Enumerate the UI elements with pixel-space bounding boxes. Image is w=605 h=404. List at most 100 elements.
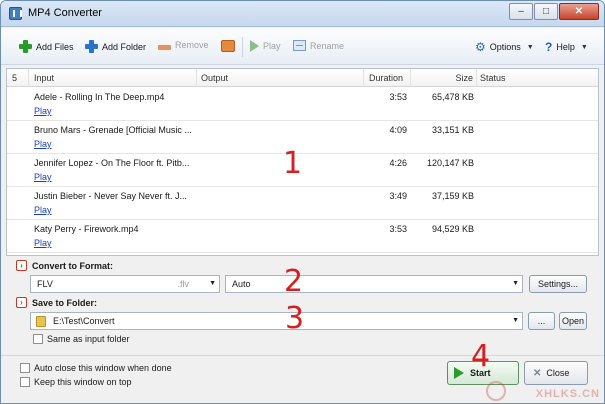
close-icon: ✕	[533, 367, 542, 379]
chevron-right-icon: ›	[16, 297, 27, 308]
chevron-down-icon: ▼	[512, 280, 519, 287]
column-count: 5	[7, 69, 29, 87]
annotation-marker-4: 4	[471, 339, 491, 374]
play-label: Play	[263, 41, 281, 51]
column-status[interactable]: Status	[477, 69, 598, 87]
file-duration: 4:09	[389, 125, 407, 135]
play-link[interactable]: Play	[34, 139, 52, 149]
annotation-marker-3: 3	[285, 301, 305, 336]
toolbar: Add Files Add Folder Remove Play Rename …	[1, 28, 604, 65]
column-input[interactable]: Input	[29, 69, 197, 87]
file-name: Katy Perry - Firework.mp4	[34, 224, 139, 234]
app-logo-icon	[9, 7, 22, 20]
plus-icon	[19, 40, 32, 53]
folder-path-select[interactable]: E:\Test\Convert ▼	[30, 312, 523, 330]
file-name: Bruno Mars - Grenade [Official Music ...	[34, 125, 192, 135]
save-section-toggle[interactable]: › Save to Folder:	[16, 297, 97, 308]
close-label: Close	[546, 368, 570, 378]
table-row[interactable]: Adele - Rolling In The Deep.mp4 Play 3:5…	[7, 88, 598, 121]
chevron-down-icon: ▼	[512, 317, 519, 324]
convert-section-toggle[interactable]: › Convert to Format:	[16, 260, 113, 271]
stop-button[interactable]	[221, 40, 235, 52]
checkbox-box[interactable]	[33, 334, 43, 344]
rename-button[interactable]: Rename	[293, 40, 344, 51]
file-name: Adele - Rolling In The Deep.mp4	[34, 92, 165, 102]
chevron-right-icon: ›	[16, 260, 27, 271]
close-button[interactable]: ✕ Close	[524, 361, 588, 385]
format-extension: .flv	[177, 279, 189, 289]
table-row[interactable]: Jennifer Lopez - On The Floor ft. Pitb..…	[7, 154, 598, 187]
window-controls: – □ ✕	[508, 3, 599, 20]
convert-format-label: Convert to Format:	[32, 260, 113, 271]
annotation-marker-2: 2	[284, 264, 304, 299]
preset-value: Auto	[232, 279, 251, 289]
folder-plus-icon	[85, 40, 98, 53]
file-size: 94,529 KB	[431, 224, 474, 234]
file-size: 65,478 KB	[431, 92, 474, 102]
table-row[interactable]: Katy Perry - Firework.mp4 Play 3:53 94,5…	[7, 220, 598, 253]
play-icon	[250, 40, 259, 52]
rename-icon	[293, 40, 306, 51]
keep-on-top-checkbox[interactable]: Keep this window on top	[20, 377, 132, 387]
same-as-input-label: Same as input folder	[47, 334, 130, 344]
chevron-down-icon: ▼	[580, 43, 588, 51]
remove-label: Remove	[175, 40, 209, 50]
checkbox-box[interactable]	[20, 363, 30, 373]
column-size[interactable]: Size	[411, 69, 477, 87]
file-size: 120,147 KB	[426, 158, 474, 168]
table-row[interactable]: Bruno Mars - Grenade [Official Music ...…	[7, 121, 598, 154]
preset-select[interactable]: Auto ▼	[225, 275, 523, 293]
watermark-text: XHLKS.CN	[535, 388, 600, 400]
browse-button[interactable]: ...	[528, 312, 555, 330]
minus-icon	[158, 44, 171, 50]
auto-close-checkbox[interactable]: Auto close this window when done	[20, 363, 172, 373]
save-folder-label: Save to Folder:	[32, 297, 98, 308]
file-duration: 4:26	[389, 158, 407, 168]
close-window-button[interactable]: ✕	[559, 3, 599, 20]
file-size: 33,151 KB	[431, 125, 474, 135]
play-button[interactable]: Play	[250, 40, 281, 52]
auto-close-label: Auto close this window when done	[34, 363, 172, 373]
title-bar[interactable]: MP4 Converter – □ ✕	[1, 1, 604, 27]
add-folder-label: Add Folder	[102, 41, 147, 52]
column-duration[interactable]: Duration	[364, 69, 411, 87]
gear-icon: ⚙	[475, 40, 486, 54]
file-list[interactable]: 5 Input Output Duration Size Status Adel…	[6, 68, 599, 256]
folder-path-value: E:\Test\Convert	[53, 316, 115, 326]
chevron-down-icon: ▼	[209, 280, 216, 287]
help-menu[interactable]: ? Help ▼	[545, 40, 588, 54]
format-value: FLV	[37, 279, 53, 289]
column-output[interactable]: Output	[197, 69, 364, 87]
same-as-input-checkbox[interactable]: Same as input folder	[33, 334, 130, 344]
toolbar-divider	[242, 37, 243, 57]
window-title: MP4 Converter	[28, 7, 102, 19]
stop-icon	[221, 40, 235, 52]
table-row[interactable]: Justin Bieber - Never Say Never ft. J...…	[7, 187, 598, 220]
play-link[interactable]: Play	[34, 205, 52, 215]
folder-icon	[36, 316, 46, 327]
add-folder-button[interactable]: Add Folder	[85, 40, 146, 53]
file-duration: 3:49	[389, 191, 407, 201]
play-link[interactable]: Play	[34, 238, 52, 248]
play-link[interactable]: Play	[34, 172, 52, 182]
checkbox-box[interactable]	[20, 377, 30, 387]
maximize-button[interactable]: □	[534, 3, 558, 20]
play-link[interactable]: Play	[34, 106, 52, 116]
add-files-label: Add Files	[36, 41, 74, 52]
open-folder-button[interactable]: Open	[559, 312, 587, 330]
settings-button[interactable]: Settings...	[529, 275, 587, 293]
list-header: 5 Input Output Duration Size Status	[7, 69, 598, 87]
keep-on-top-label: Keep this window on top	[34, 377, 132, 387]
file-name: Justin Bieber - Never Say Never ft. J...	[34, 191, 188, 201]
format-select[interactable]: FLV .flv ▼	[30, 275, 220, 293]
start-arrow-icon	[454, 367, 464, 379]
watermark-logo-icon	[486, 381, 506, 401]
minimize-button[interactable]: –	[509, 3, 533, 20]
remove-button[interactable]: Remove	[158, 40, 209, 50]
options-menu[interactable]: ⚙ Options ▼	[475, 40, 534, 54]
file-size: 37,159 KB	[431, 191, 474, 201]
add-files-button[interactable]: Add Files	[19, 40, 74, 53]
file-duration: 3:53	[389, 224, 407, 234]
options-label: Options	[489, 42, 521, 52]
help-icon: ?	[545, 40, 553, 54]
